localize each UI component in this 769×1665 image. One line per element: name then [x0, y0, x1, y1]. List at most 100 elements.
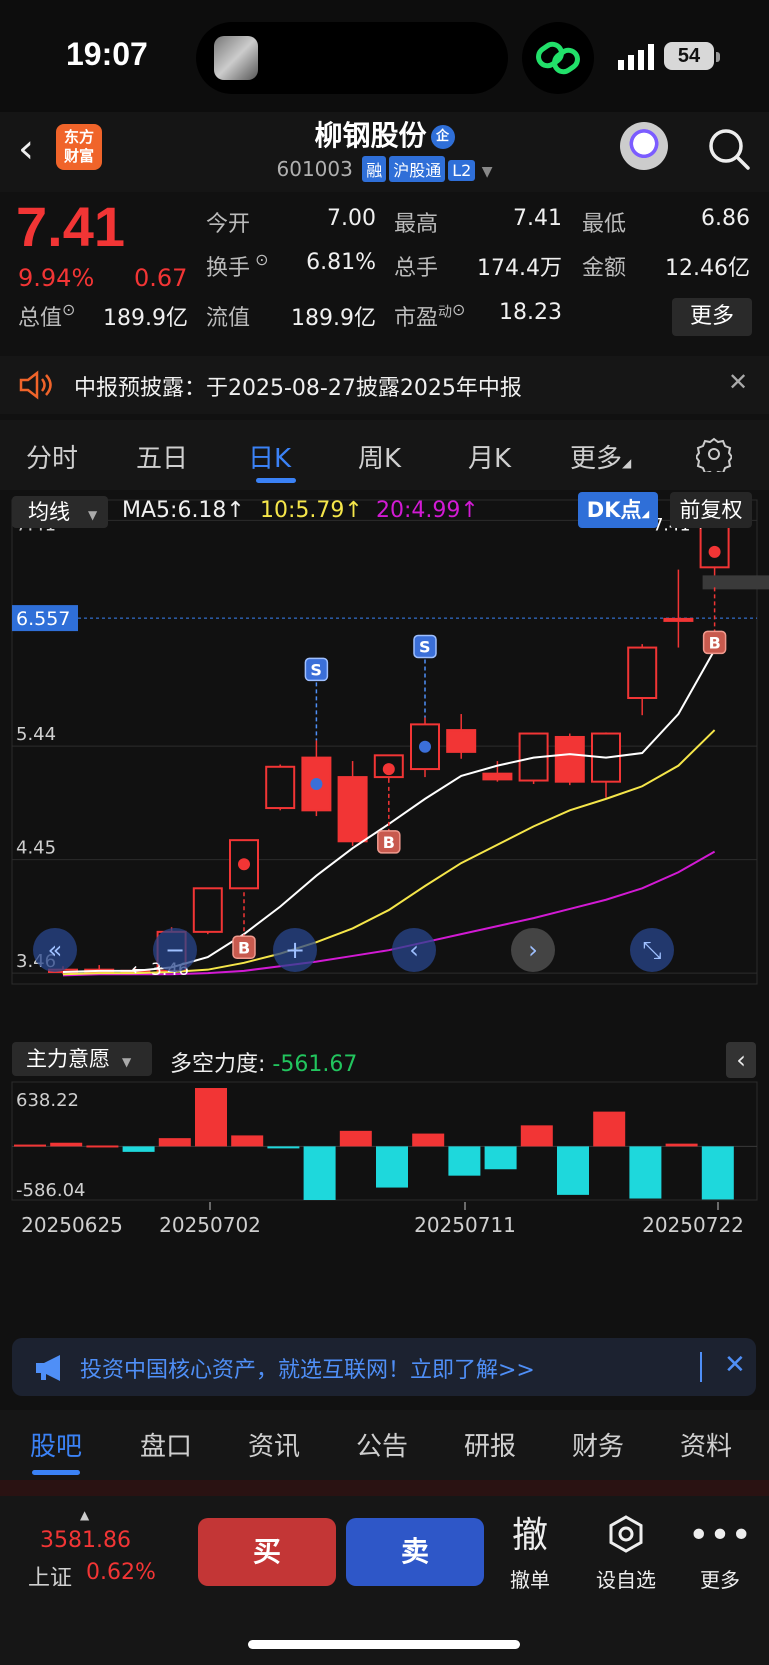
date-label: 20250722: [642, 1213, 744, 1237]
power-bar: [195, 1088, 227, 1147]
sell-button[interactable]: 卖: [346, 1518, 484, 1586]
buy-button[interactable]: 买: [198, 1518, 336, 1586]
prev-glyph: ‹: [409, 936, 419, 964]
more-label: 更多: [700, 1568, 740, 1592]
island-thumbnail: [214, 36, 258, 80]
prev-button[interactable]: ‹: [392, 928, 436, 972]
tab-more[interactable]: 更多◢: [570, 438, 631, 475]
tag-connect: 沪股通: [389, 156, 446, 182]
last-price: 7.41: [16, 195, 125, 258]
ma10-label: 10:5.79↑: [260, 498, 363, 523]
date-label: 20250702: [159, 1213, 261, 1237]
tab-monthly-k[interactable]: 月K: [468, 438, 511, 475]
divider: [700, 1352, 702, 1382]
settings-icon[interactable]: [694, 436, 734, 477]
speaker-icon: [18, 370, 52, 404]
low-value: 6.86: [701, 206, 750, 231]
candle-body-up: [663, 617, 694, 622]
date-label: 20250625: [21, 1213, 123, 1237]
tab-intraday[interactable]: 分时: [26, 438, 78, 475]
ma5-label: MA5:6.18↑: [122, 498, 245, 523]
add-watchlist-button[interactable]: 设自选: [586, 1514, 666, 1593]
index-value[interactable]: 3581.86: [40, 1528, 131, 1553]
power-bar: [303, 1146, 336, 1200]
hexagon-icon: [586, 1514, 666, 1558]
content-tabs: 股吧 盘口 资讯 公告 研报 财务 资料: [0, 1410, 769, 1480]
tag-margin: 融: [362, 156, 387, 182]
volume-value: 174.4万: [477, 256, 562, 281]
cancel-order-button[interactable]: 撤 撤单: [490, 1514, 570, 1593]
power-bar: [14, 1144, 46, 1147]
battery-icon: 54: [664, 42, 714, 70]
pe-value: 18.23: [499, 300, 562, 325]
tab-orderbook[interactable]: 盘口: [140, 1426, 192, 1463]
tab-financials[interactable]: 财务: [572, 1426, 624, 1463]
tab-profile[interactable]: 资料: [680, 1426, 732, 1463]
turnover-label[interactable]: 换手 ⊙: [206, 250, 269, 282]
notice-bar[interactable]: 中报预披露：于2025-08-27披露2025年中报 ✕: [0, 356, 769, 414]
link-icon[interactable]: [522, 22, 594, 94]
buy-signal-letter: B: [383, 833, 395, 852]
tab-weekly-k[interactable]: 周K: [358, 438, 401, 475]
indicator-select[interactable]: 主力意愿 ▼: [12, 1042, 152, 1076]
status-bar: 19:07 54: [0, 0, 769, 112]
power-bar: [376, 1146, 408, 1188]
adjust-mode-button[interactable]: 前复权: [670, 492, 752, 528]
tab-announcements[interactable]: 公告: [356, 1426, 408, 1463]
volume-label: 总手: [394, 256, 439, 281]
info-icon[interactable]: ⊙: [452, 300, 465, 319]
zoom-out-glyph: −: [165, 936, 185, 964]
signal-dot: [382, 763, 395, 776]
period-tabs: 分时 五日 日K 周K 月K 更多◢: [0, 420, 769, 490]
more-button[interactable]: ••• 更多: [680, 1514, 760, 1593]
zoom-out-button[interactable]: −: [153, 928, 197, 972]
info-icon[interactable]: ⊙: [250, 250, 268, 269]
date-label: 20250711: [414, 1213, 516, 1237]
chevrons-left-button[interactable]: «: [33, 928, 77, 972]
index-percent[interactable]: 0.62%: [86, 1560, 156, 1585]
tab-underline: [32, 1470, 80, 1475]
corner-caret-icon: ◢: [622, 456, 632, 470]
promo-banner[interactable]: 投资中国核心资产，就选互联网！立即了解>> ✕: [12, 1338, 756, 1396]
collapse-chevron-icon[interactable]: ‹: [726, 1042, 756, 1078]
power-bar: [557, 1146, 589, 1195]
pe-label[interactable]: 市盈动⊙: [394, 300, 465, 332]
index-name[interactable]: 上证: [28, 1560, 72, 1592]
ma-select[interactable]: 均线 ▼: [12, 496, 108, 528]
zoom-in-button[interactable]: +: [273, 928, 317, 972]
cancel-order-label: 撤单: [510, 1568, 550, 1592]
candle-body-down: [337, 776, 368, 843]
chart-area[interactable]: 7.415.444.453.466.5577.41→← 3.46BSBSB«−+…: [0, 490, 769, 1320]
candle-body-down: [482, 772, 513, 781]
y-tick-label: 4.45: [16, 838, 56, 859]
power-bar: [629, 1146, 662, 1199]
search-icon[interactable]: [706, 126, 752, 176]
signal-dot: [419, 740, 431, 753]
caret-down-icon[interactable]: ▼: [482, 164, 493, 180]
info-icon[interactable]: ⊙: [62, 300, 75, 319]
trade-footer: ▲ 3581.86 上证 0.62% 买 卖 撤 撤单 设自选 ••• 更多: [0, 1496, 769, 1665]
expand-button[interactable]: ⤡: [630, 928, 674, 972]
signal-dot: [310, 777, 323, 790]
next-button[interactable]: ›: [511, 928, 555, 972]
feed-peek: [0, 1480, 769, 1496]
promo-text: 投资中国核心资产，就选互联网！立即了解>>: [80, 1358, 535, 1383]
tab-five-day[interactable]: 五日: [136, 438, 188, 475]
home-indicator[interactable]: [248, 1640, 520, 1649]
market-cap-label[interactable]: 总值⊙: [18, 300, 75, 332]
dk-point-button[interactable]: DK点◢: [578, 492, 658, 528]
tab-forum[interactable]: 股吧: [30, 1426, 82, 1463]
kline-chart[interactable]: 7.415.444.453.466.5577.41→← 3.46BSBSB«−+…: [0, 490, 769, 1320]
tab-news[interactable]: 资讯: [248, 1426, 300, 1463]
tab-research[interactable]: 研报: [464, 1426, 516, 1463]
tab-daily-k[interactable]: 日K: [248, 438, 291, 475]
assistant-robot-icon[interactable]: [620, 122, 668, 170]
close-icon[interactable]: ✕: [724, 1350, 746, 1380]
more-dots-icon: •••: [688, 1515, 752, 1556]
power-bar: [158, 1138, 191, 1147]
caret-up-icon[interactable]: ▲: [80, 1508, 89, 1522]
close-icon[interactable]: ✕: [728, 368, 748, 396]
dynamic-island[interactable]: [196, 22, 508, 94]
more-quote-button[interactable]: 更多: [672, 298, 752, 336]
indicator-value: -561.67: [272, 1052, 358, 1077]
